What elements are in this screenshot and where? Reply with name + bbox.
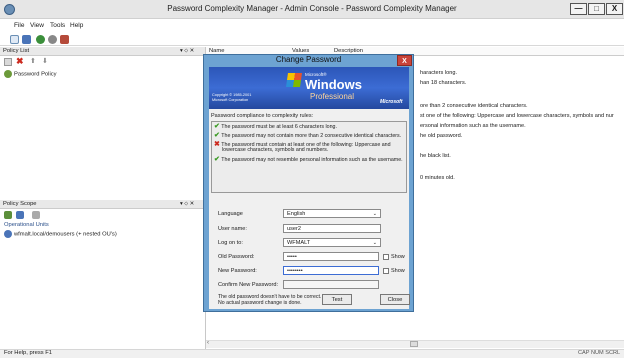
- new-password-input[interactable]: ••••••••: [283, 266, 379, 275]
- rule-item: ✔ The password must be at least 6 charac…: [214, 122, 337, 130]
- check-icon: ✔: [214, 123, 220, 130]
- logon-label: Log on to:: [218, 240, 243, 246]
- add-scope-icon[interactable]: [4, 211, 12, 219]
- list-row-description: 0 minutes old.: [420, 175, 455, 181]
- old-password-input[interactable]: •••••: [283, 252, 379, 261]
- scope-list-item[interactable]: wfmalt.local/demousers (+ nested OU's): [4, 230, 117, 238]
- status-indicators: CAP NUM SCRL: [578, 350, 621, 356]
- username-input[interactable]: user2: [283, 224, 381, 233]
- check-icon: ✔: [214, 156, 220, 163]
- menu-bar: [0, 20, 624, 31]
- maximize-button[interactable]: □: [588, 3, 605, 15]
- policy-list-header: Policy List: [0, 47, 205, 56]
- old-password-label: Old Password:: [218, 254, 255, 260]
- language-select[interactable]: English ⌄: [283, 209, 381, 218]
- dialog-title: Change Password: [275, 55, 342, 64]
- banner-brand: Microsoft: [380, 99, 403, 105]
- logon-value: WFMALT: [287, 240, 311, 246]
- dialog-note: No actual password change is done.: [218, 300, 302, 306]
- new-password-label: New Password:: [218, 268, 257, 274]
- menu-help[interactable]: Help: [70, 22, 83, 29]
- windows-logo: [286, 73, 302, 87]
- test-button[interactable]: Test: [322, 294, 352, 305]
- policy-gear-icon: [4, 70, 12, 78]
- list-row-description: haracters long.: [420, 70, 458, 76]
- minimize-button[interactable]: —: [570, 3, 587, 15]
- chevron-down-icon: ⌄: [372, 211, 377, 217]
- scroll-thumb[interactable]: [410, 341, 418, 347]
- logon-select[interactable]: WFMALT ⌄: [283, 238, 381, 247]
- language-value: English: [287, 211, 306, 217]
- menu-view[interactable]: View: [30, 22, 44, 29]
- policy-scope-header: Policy Scope: [0, 200, 205, 209]
- policy-scope-title: Policy Scope: [3, 201, 37, 207]
- show-new-checkbox[interactable]: [383, 268, 389, 274]
- operational-units-heading: Operational Units: [4, 222, 49, 228]
- list-row-description: he black list.: [420, 153, 451, 159]
- rule-item: ✔ The password may not resemble personal…: [214, 155, 403, 163]
- policy-scope-panel-controls[interactable]: ▾ ⬦ ✕: [180, 200, 194, 209]
- username-label: User name:: [218, 226, 247, 232]
- move-down-icon[interactable]: ⬇: [42, 57, 48, 65]
- close-button[interactable]: Close: [380, 294, 410, 305]
- menu-file[interactable]: File: [14, 22, 24, 29]
- new-policy-icon[interactable]: [4, 58, 12, 66]
- settings-icon[interactable]: [48, 35, 57, 44]
- language-label: Language: [218, 211, 243, 217]
- globe-icon[interactable]: [36, 35, 45, 44]
- cross-icon: ✖: [214, 141, 220, 148]
- confirm-password-input[interactable]: [283, 280, 379, 289]
- menu-tools[interactable]: Tools: [50, 22, 65, 29]
- dialog-close-button[interactable]: X: [397, 55, 412, 66]
- list-row-description: st one of the following: Uppercase and l…: [420, 113, 614, 119]
- chevron-down-icon: ⌄: [372, 240, 377, 246]
- move-up-icon[interactable]: ⬆: [30, 57, 36, 65]
- policy-item-label: Password Policy: [14, 71, 57, 78]
- rule-text: The password may not resemble personal i…: [221, 157, 403, 163]
- banner-edition: Professional: [310, 92, 355, 101]
- list-row-description: ore than 2 consecutive identical charact…: [420, 103, 528, 109]
- confirm-password-label: Confirm New Password:: [218, 282, 278, 288]
- rule-item: ✔ The password may not contain more than…: [214, 131, 401, 139]
- scope-item-label: wfmalt.local/demousers (+ nested OU's): [14, 231, 117, 238]
- new-icon[interactable]: [10, 35, 19, 44]
- list-row-description: he old password.: [420, 133, 463, 139]
- policy-list-panel-controls[interactable]: ▾ ⬦ ✕: [180, 47, 194, 56]
- user-icon[interactable]: [60, 35, 69, 44]
- show-old-label: Show: [391, 254, 405, 260]
- add-ou-icon[interactable]: [16, 211, 24, 219]
- list-row-description: ersonal information such as the username…: [420, 123, 526, 129]
- ou-icon: [4, 230, 12, 238]
- toolbar: [0, 33, 624, 46]
- rule-text: The password must be at least 6 characte…: [221, 124, 337, 130]
- remove-scope-icon[interactable]: [32, 211, 40, 219]
- policy-list-item[interactable]: Password Policy: [4, 70, 57, 78]
- show-new-label: Show: [391, 268, 405, 274]
- delete-icon[interactable]: ✖: [16, 56, 24, 67]
- window-title: Password Complexity Manager - Admin Cons…: [167, 4, 457, 13]
- status-text: For Help, press F1: [4, 350, 52, 356]
- banner-copyright: Copyright © 1985-2001: [212, 93, 252, 97]
- close-window-button[interactable]: X: [606, 3, 623, 15]
- policy-list-title: Policy List: [3, 48, 30, 54]
- save-icon[interactable]: [22, 35, 31, 44]
- banner-corp: Microsoft Corporation: [212, 98, 249, 102]
- check-icon: ✔: [214, 132, 220, 139]
- status-bar: [0, 349, 624, 358]
- rules-title: Password compliance to complexity rules:: [211, 113, 314, 119]
- rule-text-cont: lowercase characters, symbols and number…: [222, 147, 329, 153]
- banner-windows: Windows: [305, 77, 362, 92]
- show-old-checkbox[interactable]: [383, 254, 389, 260]
- scroll-left-icon[interactable]: ‹: [207, 340, 209, 346]
- list-row-description: han 18 characters.: [420, 80, 467, 86]
- rule-text: The password may not contain more than 2…: [221, 133, 402, 139]
